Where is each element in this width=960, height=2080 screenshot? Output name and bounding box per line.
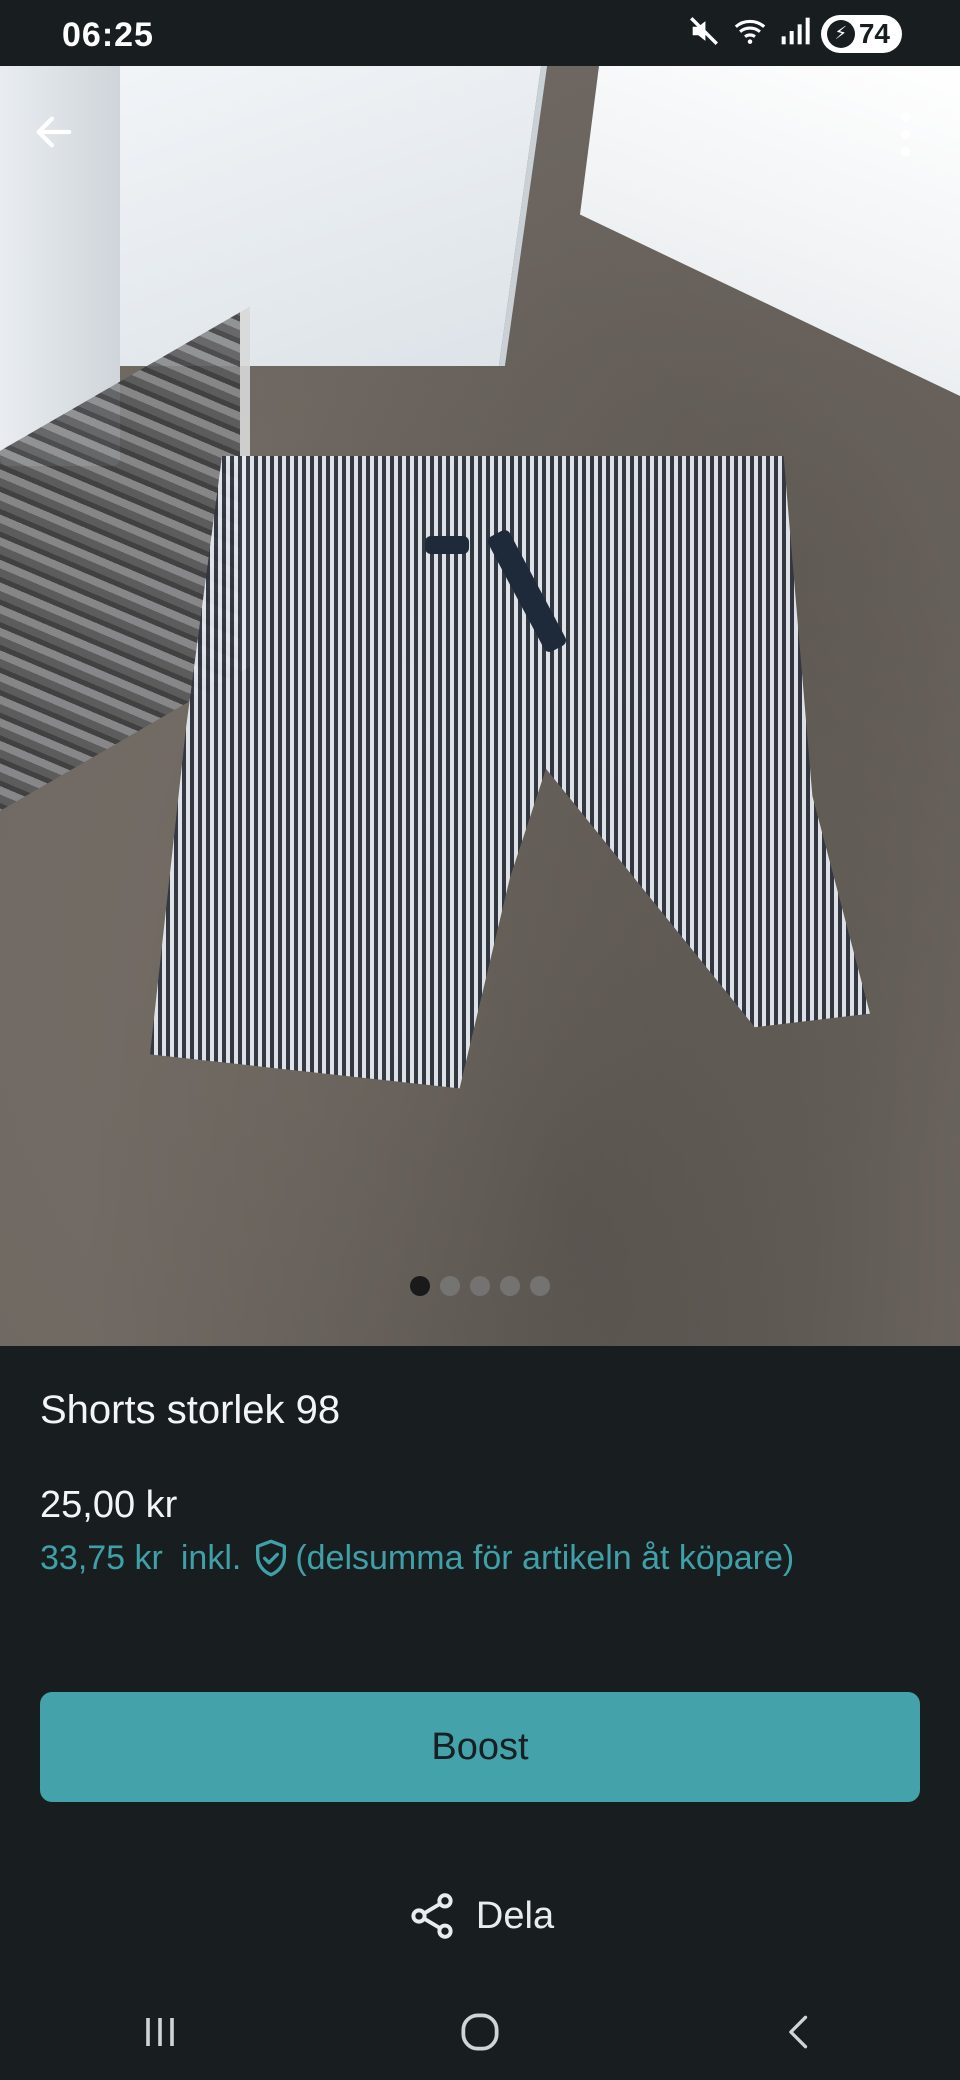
carousel-dot[interactable] bbox=[440, 1276, 460, 1296]
home-icon bbox=[461, 2013, 499, 2051]
system-nav-bar bbox=[0, 1984, 960, 2080]
recent-apps-icon bbox=[146, 2018, 174, 2046]
carousel-dot[interactable] bbox=[530, 1276, 550, 1296]
price-incl-buyer-protection[interactable]: 33,75 kr inkl. (delsumma för artikeln åt… bbox=[40, 1538, 794, 1578]
home-button[interactable] bbox=[420, 1992, 540, 2072]
battery-level: 74 bbox=[858, 17, 890, 49]
arrow-left-icon bbox=[36, 116, 72, 148]
status-bar: 06:25 ⚡ 74 bbox=[0, 0, 960, 66]
battery-icon: ⚡ 74 bbox=[820, 14, 902, 53]
price-incl-note: (delsumma för artikeln åt köpare) bbox=[295, 1538, 795, 1577]
more-vertical-icon bbox=[900, 112, 910, 122]
signal-icon bbox=[779, 15, 811, 52]
listing-price: 25,00 kr bbox=[40, 1484, 178, 1526]
wifi-icon bbox=[731, 14, 769, 53]
recent-apps-button[interactable] bbox=[100, 1992, 220, 2072]
product-photo-carousel[interactable] bbox=[0, 66, 960, 1346]
back-nav-button[interactable] bbox=[740, 1992, 860, 2072]
carousel-dot[interactable] bbox=[410, 1276, 430, 1296]
more-options-button[interactable] bbox=[890, 104, 920, 164]
carousel-indicator bbox=[0, 1276, 960, 1296]
boost-button[interactable]: Boost bbox=[40, 1692, 920, 1802]
carousel-dot[interactable] bbox=[470, 1276, 490, 1296]
status-time: 06:25 bbox=[62, 16, 154, 54]
price-incl-label: inkl. bbox=[180, 1538, 242, 1577]
status-icons: ⚡ 74 bbox=[687, 14, 902, 53]
shield-check-icon bbox=[251, 1538, 291, 1578]
chevron-left-icon bbox=[789, 2015, 808, 2049]
carousel-dot[interactable] bbox=[500, 1276, 520, 1296]
share-button[interactable]: Dela bbox=[0, 1890, 960, 1942]
share-label: Dela bbox=[475, 1894, 555, 1937]
back-button[interactable] bbox=[26, 104, 82, 160]
product-image-shorts bbox=[150, 456, 870, 1136]
share-icon bbox=[411, 1893, 453, 1939]
price-incl-amount: 33,75 kr bbox=[40, 1538, 163, 1577]
listing-title: Shorts storlek 98 bbox=[40, 1388, 341, 1432]
mute-icon bbox=[687, 14, 721, 53]
